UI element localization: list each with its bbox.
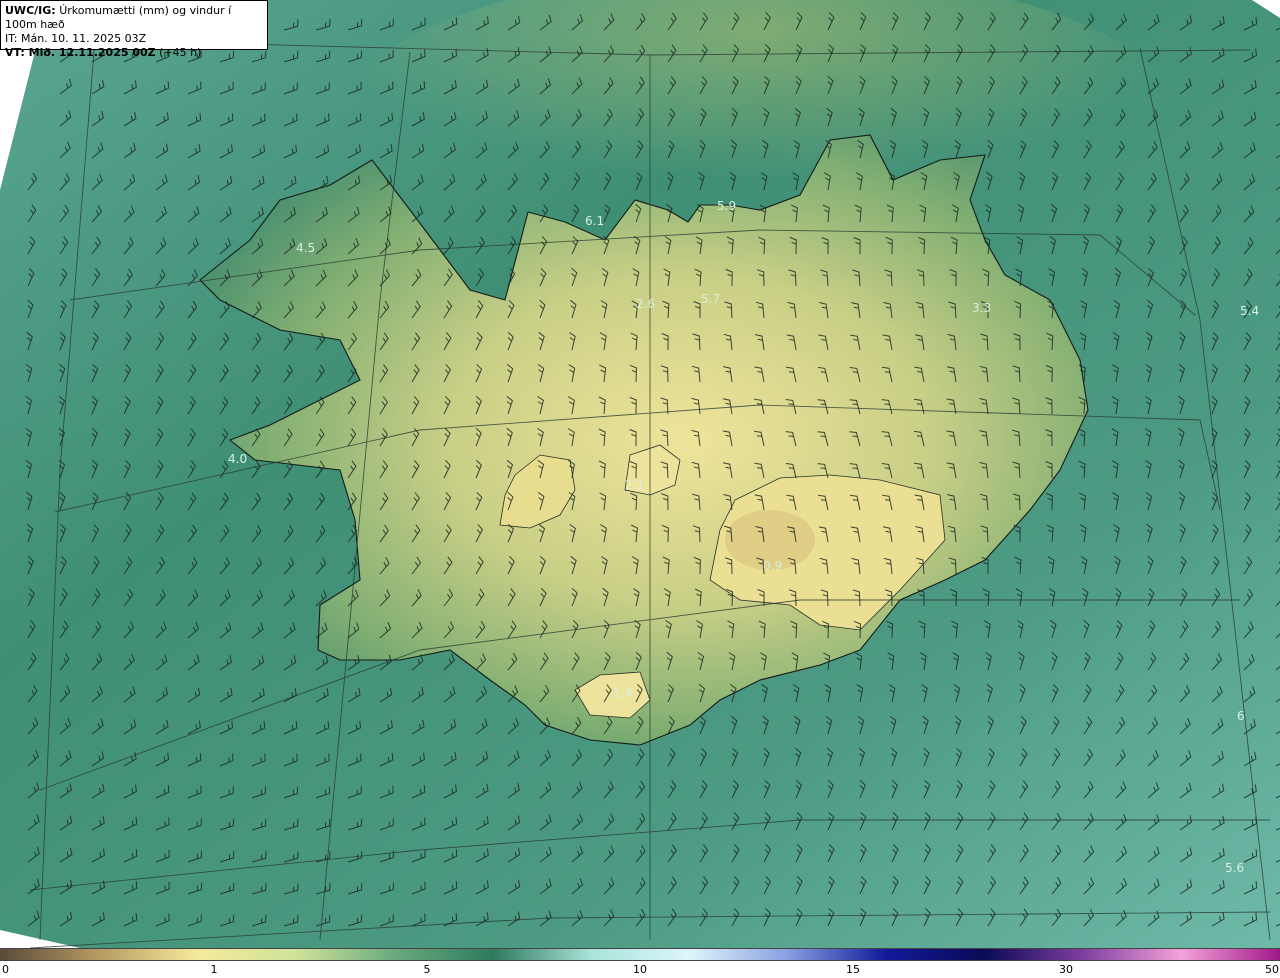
map-label: 5.6 <box>1225 861 1244 875</box>
precipitation-wind-map: 6.1 5.9 4.5 2.6 5.7 3.3 5.4 4.0 2.1 0.9 … <box>0 0 1280 948</box>
legend-tick: 10 <box>633 963 647 976</box>
issue-time: IT: Mán. 10. 11. 2025 03Z <box>5 32 147 45</box>
legend-tick: 5 <box>423 963 431 976</box>
map-label: 2.1 <box>625 478 644 492</box>
forecast-offset: (+45 h) <box>159 46 202 59</box>
map-label: 4.0 <box>228 452 247 466</box>
legend-tick: 1 <box>210 963 218 976</box>
legend-tick: 30 <box>1059 963 1073 976</box>
map-label: 2.6 <box>636 297 655 311</box>
model-name: UWC/IG: <box>5 4 56 17</box>
legend-tick: 0 <box>2 963 9 976</box>
valid-time: VT: Mið. 12.11.2025 00Z <box>5 46 156 59</box>
map-label: 6 <box>1237 709 1245 723</box>
map-label: 5.7 <box>701 292 720 306</box>
legend-tick: 15 <box>846 963 860 976</box>
legend-colorbar <box>0 948 1280 961</box>
legend-tick: 50 <box>1265 963 1279 976</box>
map-label: 5.4 <box>1240 304 1259 318</box>
map-info-box: UWC/IG: Úrkomumætti (mm) og vindur í 100… <box>0 0 268 59</box>
map-label: 1.4 <box>613 686 632 700</box>
map-label: 0.9 <box>763 559 782 573</box>
color-legend: 0 1 5 10 15 30 50 <box>0 948 1280 978</box>
map-label: 5.9 <box>717 199 736 213</box>
map-label: 6.1 <box>585 214 604 228</box>
map-label: 3.3 <box>972 301 991 315</box>
map-label: 4.5 <box>296 241 315 255</box>
